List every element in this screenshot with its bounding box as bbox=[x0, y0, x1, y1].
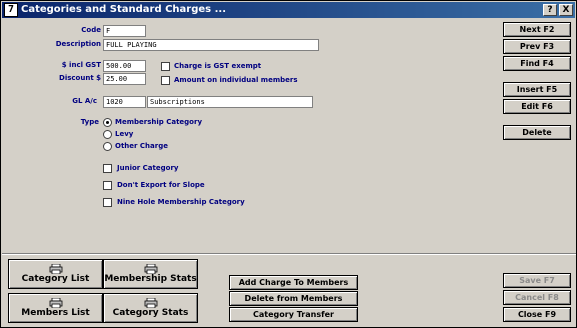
description-field[interactable]: FULL PLAYING bbox=[103, 39, 319, 51]
type-membership-label: Membership Category bbox=[115, 118, 203, 126]
bottom-divider bbox=[2, 253, 576, 255]
category-list-label: Category List bbox=[21, 274, 90, 284]
description-label: Description bbox=[55, 40, 101, 48]
dont-export-label: Don't Export for Slope bbox=[117, 181, 205, 189]
save-button[interactable]: Save F7 bbox=[503, 273, 571, 288]
gst-exempt-label: Charge is GST exempt bbox=[174, 62, 262, 70]
add-charge-button[interactable]: Add Charge To Members bbox=[229, 275, 358, 290]
category-list-button[interactable]: Category List bbox=[8, 259, 103, 289]
help-button[interactable]: ? bbox=[543, 4, 557, 16]
edit-button[interactable]: Edit F6 bbox=[503, 99, 571, 114]
gl-ac-label: GL A/c bbox=[72, 97, 97, 105]
incl-gst-label: $ incl GST bbox=[61, 61, 101, 69]
close-button[interactable]: Close F9 bbox=[503, 307, 571, 322]
category-transfer-button[interactable]: Category Transfer bbox=[229, 307, 358, 322]
discount-field[interactable]: 25.00 bbox=[103, 73, 146, 85]
code-field[interactable]: F bbox=[103, 25, 146, 37]
type-levy-label: Levy bbox=[115, 130, 134, 138]
category-stats-label: Category Stats bbox=[112, 308, 189, 318]
junior-checkbox[interactable] bbox=[103, 164, 112, 173]
membership-stats-button[interactable]: Membership Stats bbox=[103, 259, 198, 289]
insert-button[interactable]: Insert F5 bbox=[503, 82, 571, 97]
nine-hole-checkbox[interactable] bbox=[103, 198, 112, 207]
cancel-button[interactable]: Cancel F8 bbox=[503, 290, 571, 305]
window-title: Categories and Standard Charges ... bbox=[21, 4, 226, 15]
members-list-label: Members List bbox=[21, 308, 90, 318]
printer-icon bbox=[49, 264, 62, 274]
gl-name-field[interactable]: Subscriptions bbox=[147, 96, 313, 108]
type-label: Type bbox=[80, 118, 99, 126]
members-list-button[interactable]: Members List bbox=[8, 293, 103, 323]
delete-button[interactable]: Delete bbox=[503, 125, 571, 140]
category-stats-button[interactable]: Category Stats bbox=[103, 293, 198, 323]
find-button[interactable]: Find F4 bbox=[503, 56, 571, 71]
type-other-label: Other Charge bbox=[115, 142, 168, 150]
title-bar[interactable]: 7 Categories and Standard Charges ... ? … bbox=[2, 2, 575, 18]
categories-window: 7 Categories and Standard Charges ... ? … bbox=[0, 0, 577, 328]
type-membership-radio[interactable] bbox=[103, 118, 112, 127]
printer-icon bbox=[49, 298, 62, 308]
printer-icon bbox=[144, 264, 157, 274]
nine-hole-label: Nine Hole Membership Category bbox=[117, 198, 245, 206]
membership-stats-label: Membership Stats bbox=[104, 274, 197, 284]
dont-export-checkbox[interactable] bbox=[103, 181, 112, 190]
printer-icon bbox=[144, 298, 157, 308]
app-icon: 7 bbox=[4, 3, 18, 17]
incl-gst-field[interactable]: 500.00 bbox=[103, 60, 146, 72]
prev-button[interactable]: Prev F3 bbox=[503, 39, 571, 54]
code-label: Code bbox=[81, 26, 101, 34]
gst-exempt-checkbox[interactable] bbox=[161, 62, 170, 71]
next-button[interactable]: Next F2 bbox=[503, 22, 571, 37]
type-levy-radio[interactable] bbox=[103, 130, 112, 139]
gl-code-field[interactable]: 1020 bbox=[103, 96, 146, 108]
delete-from-members-button[interactable]: Delete from Members bbox=[229, 291, 358, 306]
amount-individual-checkbox[interactable] bbox=[161, 76, 170, 85]
junior-label: Junior Category bbox=[117, 164, 179, 172]
close-window-button[interactable]: X bbox=[559, 4, 573, 16]
type-other-radio[interactable] bbox=[103, 142, 112, 151]
discount-label: Discount $ bbox=[59, 74, 101, 82]
amount-individual-label: Amount on individual members bbox=[174, 76, 298, 84]
